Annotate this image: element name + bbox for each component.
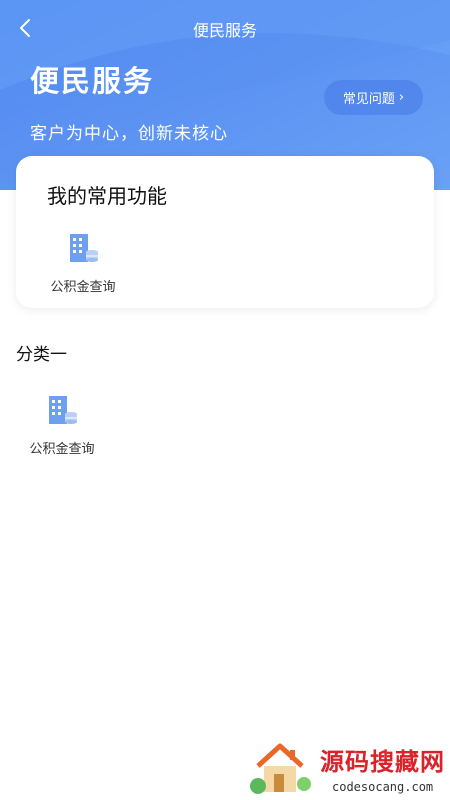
- category-title: 分类一: [16, 345, 67, 365]
- favorites-title: 我的常用功能: [47, 184, 167, 208]
- service-item-label: 公积金查询: [29, 442, 95, 457]
- watermark-url: codesocang.com: [332, 780, 434, 794]
- chevron-right-icon: ›: [398, 90, 405, 105]
- service-item-label: 公积金查询: [50, 280, 116, 295]
- watermark-text: 源码搜藏网: [320, 748, 445, 776]
- page-title: 便民服务: [30, 64, 155, 98]
- service-item-housing-fund[interactable]: 公积金查询: [38, 230, 128, 295]
- faq-button-label: 常见问题: [342, 92, 395, 107]
- service-item-housing-fund[interactable]: 公积金查询: [17, 392, 107, 457]
- nav-title: 便民服务: [192, 21, 257, 40]
- building-icon: [70, 234, 98, 262]
- building-icon: [49, 396, 77, 424]
- watermark: 源码搜藏网 codesocang.com: [244, 736, 450, 800]
- favorites-card: 我的常用功能 公积金查询: [16, 156, 434, 308]
- faq-button[interactable]: 常见问题 ›: [324, 80, 423, 115]
- house-logo-icon: [250, 743, 311, 794]
- page-subtitle: 客户为中心，创新未核心: [30, 124, 228, 144]
